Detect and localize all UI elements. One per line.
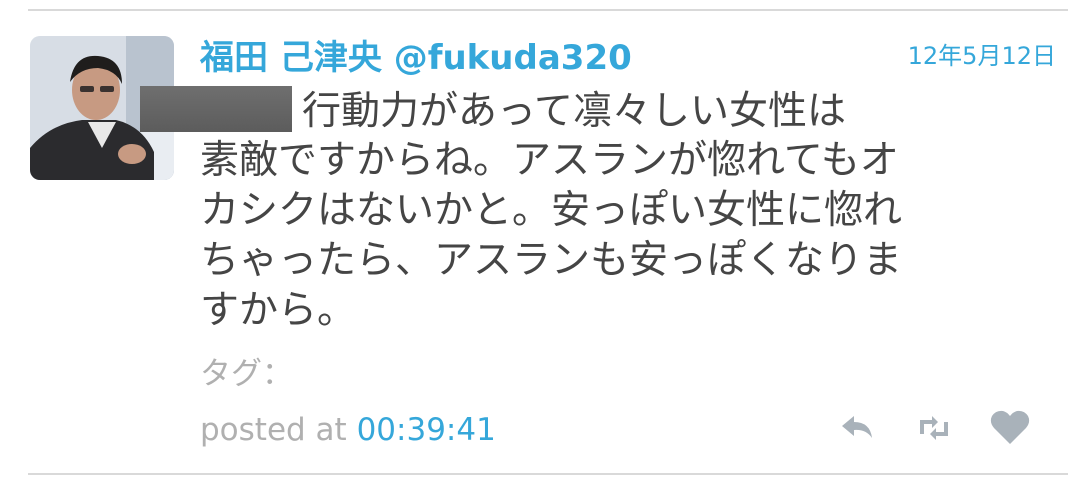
reply-icon <box>842 416 872 438</box>
retweet-button[interactable] <box>910 404 958 452</box>
tweet-line: 素敵ですからね。アスランが惚れてもオ <box>200 138 899 183</box>
tweet-line: ちゃったら、アスランも安っぽくなりま <box>200 238 903 283</box>
tweet-line: すから。 <box>200 288 357 333</box>
tags-label: タグ： <box>200 356 293 392</box>
tweet-date[interactable]: 12年5月12日 <box>908 38 1056 74</box>
retweet-icon <box>920 416 948 440</box>
posted-time[interactable]: 00:39:41 <box>357 412 496 448</box>
tweet-text: 行動力があって凛々しい女性は 素敵ですからね。アスランが惚れてもオ カシクはない… <box>140 86 1040 336</box>
posted-label: posted at <box>200 412 347 448</box>
author-name[interactable]: 福田 己津央 <box>200 38 382 78</box>
author-header[interactable]: 福田 己津央 @fukuda320 <box>200 36 632 80</box>
posted-info: posted at 00:39:41 <box>200 408 496 452</box>
tweet-line: 行動力があって凛々しい女性は <box>140 86 1040 136</box>
favorite-button[interactable] <box>986 404 1034 452</box>
bottom-divider <box>28 473 1068 475</box>
reply-button[interactable] <box>836 404 884 452</box>
redaction-block <box>140 86 292 132</box>
tweet-line: カシクはないかと。安っぽい女性に惚れ <box>200 188 903 233</box>
top-divider <box>28 9 1068 11</box>
tweet-line-text: 行動力があって凛々しい女性は <box>302 89 847 134</box>
author-handle[interactable]: @fukuda320 <box>394 38 632 78</box>
heart-icon <box>990 410 1030 444</box>
